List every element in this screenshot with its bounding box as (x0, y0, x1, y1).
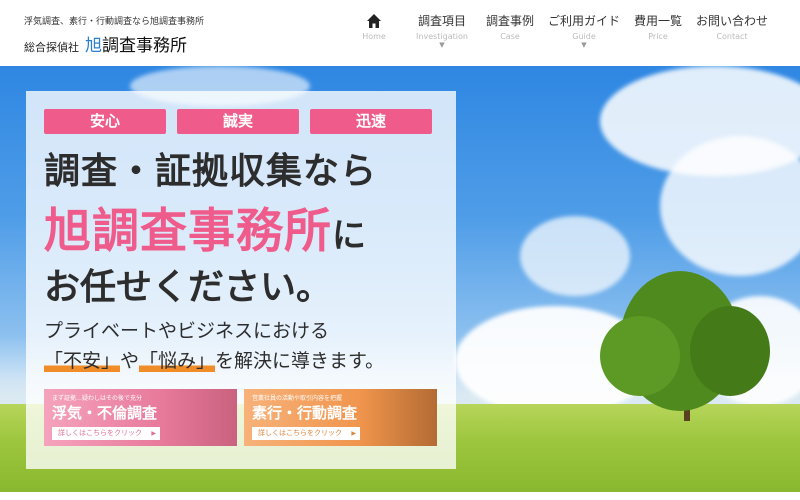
bottom-strip (0, 492, 800, 500)
card-caption: まず証拠…疑わしはその後で充分 (52, 395, 143, 402)
tagline: 浮気調査、素行・行動調査なら旭調査事務所 (24, 17, 205, 27)
card-caption: 営業社員の活動や取引内容を把握 (252, 395, 343, 402)
nav-label-en: Contact (716, 32, 748, 41)
headline-brand: 旭調査事務所 (44, 204, 332, 259)
nav-guide[interactable]: ご利用ガイド Guide ▼ (544, 12, 624, 49)
nav-label-en: Guide (572, 32, 596, 41)
nav-home-en: Home (362, 32, 386, 41)
nav-label-en: Price (648, 32, 668, 41)
main-nav: Home 調査項目 Investigation ▼ 調査事例 Case ご利用ガ… (340, 12, 772, 49)
brand-first-char: 旭 (85, 36, 102, 56)
pill-anshin: 安心 (44, 109, 166, 134)
nav-home[interactable]: Home (340, 12, 408, 49)
brand-name: 総合探偵社 旭調査事務所 (24, 31, 204, 56)
card-cta-button[interactable]: 詳しくはこちらをクリック ▶ (52, 427, 160, 440)
nav-label: 調査項目 (417, 14, 466, 28)
arrow-right-icon: ▶ (351, 430, 356, 437)
tree (600, 316, 680, 396)
headline-suffix: に (332, 216, 366, 256)
pill-seijitsu: 誠実 (177, 109, 299, 134)
card-title: 浮気・不倫調査 (52, 404, 158, 422)
chevron-down-icon: ▼ (439, 41, 445, 49)
card-title: 素行・行動調査 (252, 404, 358, 422)
home-icon (340, 12, 408, 30)
nav-label: お問い合わせ (695, 14, 768, 28)
nav-case[interactable]: 調査事例 Case (476, 12, 544, 49)
card-cta-label: 詳しくはこちらをクリック (58, 429, 142, 437)
card-behavior-investigation[interactable]: 営業社員の活動や取引内容を把握 素行・行動調査 詳しくはこちらをクリック ▶ (244, 389, 437, 446)
subtext-mid: や (120, 350, 140, 372)
card-cta-button[interactable]: 詳しくはこちらをクリック ▶ (252, 427, 360, 440)
value-pills: 安心 誠実 迅速 (44, 109, 432, 134)
site-header: 浮気調査、素行・行動調査なら旭調査事務所 総合探偵社 旭調査事務所 Home 調… (0, 0, 800, 66)
brand-rest: 調査事務所 (102, 36, 187, 56)
card-cta-label: 詳しくはこちらをクリック (258, 429, 342, 437)
highlight-nayami: 「悩み」 (139, 350, 216, 372)
nav-label-en: Case (500, 32, 520, 41)
nav-label: 調査事例 (485, 14, 534, 28)
subtext-line1: プライベートやビジネスにおける (44, 320, 330, 342)
nav-contact[interactable]: お問い合わせ Contact (692, 12, 772, 49)
cloud (660, 136, 800, 276)
brand-title: 旭調査事務所 (85, 31, 187, 56)
headline-line2: 旭調査事務所に (44, 192, 366, 261)
highlight-fuan: 「不安」 (44, 350, 121, 372)
subtext-end: を解決に導きます。 (215, 350, 385, 372)
chevron-down-icon: ▼ (581, 41, 587, 49)
cloud (520, 216, 630, 296)
subtext-line2: 「不安」や「悩み」を解決に導きます。 (44, 346, 384, 373)
nav-label: ご利用ガイド (547, 14, 620, 28)
nav-investigation[interactable]: 調査項目 Investigation ▼ (408, 12, 476, 49)
headline-line3: お任せください。 (44, 267, 333, 308)
tree (690, 306, 770, 396)
site-logo[interactable]: 浮気調査、素行・行動調査なら旭調査事務所 総合探偵社 旭調査事務所 (24, 14, 204, 56)
nav-price[interactable]: 費用一覧 Price (624, 12, 692, 49)
company-kind: 総合探偵社 (24, 41, 79, 54)
nav-label-en: Investigation (416, 32, 468, 41)
headline-line1: 調査・証拠収集なら (44, 151, 378, 192)
nav-label: 費用一覧 (633, 14, 682, 28)
card-infidelity-investigation[interactable]: まず証拠…疑わしはその後で充分 浮気・不倫調査 詳しくはこちらをクリック ▶ (44, 389, 237, 446)
arrow-right-icon: ▶ (151, 430, 156, 437)
pill-jinsoku: 迅速 (310, 109, 432, 134)
